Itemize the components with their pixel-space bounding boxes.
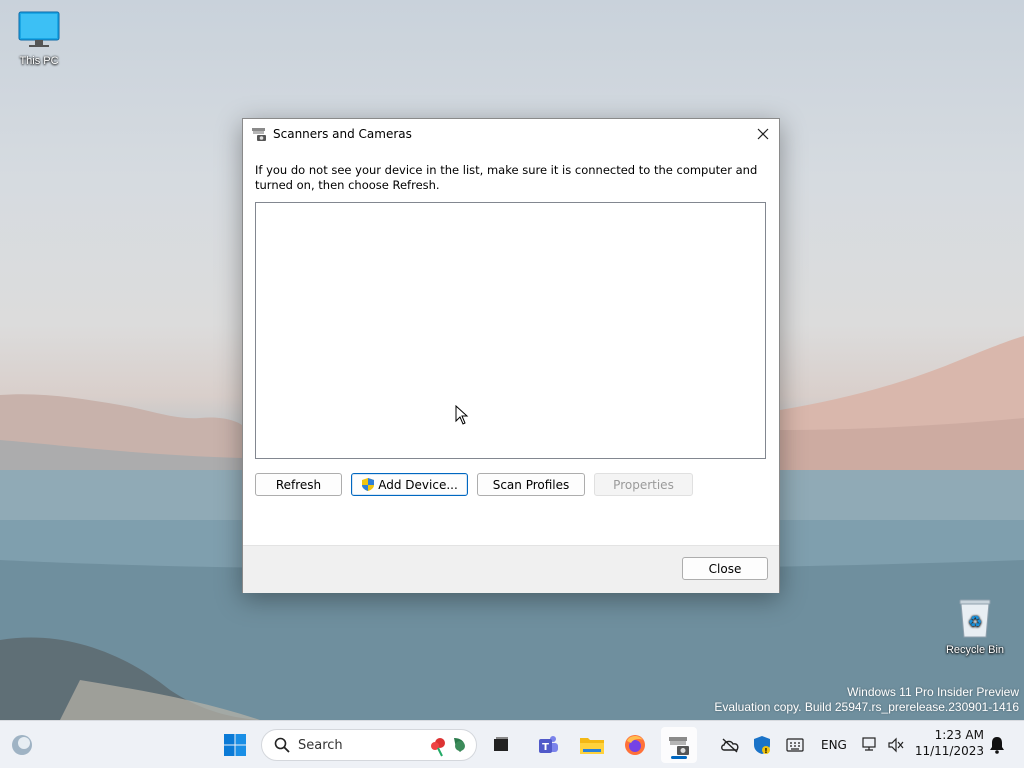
close-icon: [757, 128, 769, 140]
refresh-button[interactable]: Refresh: [255, 473, 342, 496]
recycle-bin-label: Recycle Bin: [945, 644, 1005, 656]
add-device-button[interactable]: Add Device...: [351, 473, 468, 496]
add-device-button-label: Add Device...: [378, 477, 458, 492]
folder-icon: [580, 738, 604, 754]
keyboard-icon: [786, 738, 804, 752]
search-highlight-icon: [431, 738, 465, 757]
scan-profiles-button-label: Scan Profiles: [492, 477, 570, 492]
refresh-button-label: Refresh: [275, 477, 322, 492]
watermark-edition: Windows 11 Pro Insider Preview: [847, 685, 1019, 699]
recycle-bin-desktop-icon[interactable]: ♻ Recycle Bin: [940, 597, 1010, 656]
teams-icon: T: [539, 736, 558, 753]
taskbar-search-box[interactable]: Search: [261, 729, 477, 761]
watermark-build: Evaluation copy. Build 25947.rs_prerelea…: [714, 700, 1019, 714]
bell-icon: [990, 737, 1004, 754]
windows-watermark: Windows 11 Pro Insider Preview Evaluatio…: [714, 685, 1019, 715]
instructions-text: If you do not see your device in the lis…: [255, 163, 758, 192]
teams-button[interactable]: T: [532, 729, 564, 761]
security-tray-button[interactable]: !: [746, 729, 778, 761]
speaker-muted-icon: [888, 737, 904, 753]
search-placeholder: Search: [298, 737, 343, 753]
firefox-button[interactable]: [619, 729, 651, 761]
properties-button[interactable]: Properties: [594, 473, 693, 496]
scanners-and-cameras-taskbar-button[interactable]: [661, 727, 697, 763]
dialog-title: Scanners and Cameras: [273, 127, 412, 141]
widgets-icon: [12, 735, 32, 755]
scanners-and-cameras-dialog: Scanners and Cameras If you do not see y…: [242, 118, 780, 593]
network-icon: [862, 737, 876, 751]
dialog-titlebar[interactable]: Scanners and Cameras: [243, 119, 779, 149]
taskbar: Search T ! ENG 1:23 AM 11/11/2023: [0, 720, 1024, 768]
firefox-icon: [625, 735, 645, 755]
close-button[interactable]: Close: [682, 557, 768, 580]
titlebar-close-button[interactable]: [747, 119, 779, 149]
clock[interactable]: 1:23 AM 11/11/2023: [914, 727, 984, 759]
touch-keyboard-button[interactable]: [779, 729, 811, 761]
recycle-bin-icon: ♻: [959, 599, 991, 638]
properties-button-label: Properties: [613, 477, 674, 492]
mouse-cursor-icon: [455, 405, 469, 425]
monitor-icon: [18, 11, 60, 47]
language-indicator[interactable]: ENG: [821, 738, 847, 752]
uac-shield-icon: [362, 478, 375, 491]
start-button[interactable]: [219, 729, 251, 761]
file-explorer-button[interactable]: [576, 729, 608, 761]
active-app-indicator: [671, 756, 687, 759]
scanner-camera-icon: [669, 737, 689, 755]
svg-text:!: !: [764, 747, 767, 755]
device-list[interactable]: [255, 202, 766, 459]
search-icon: [274, 737, 290, 753]
clock-time: 1:23 AM: [934, 728, 984, 742]
task-view-icon: [494, 737, 508, 751]
onedrive-tray-button[interactable]: [714, 729, 746, 761]
notifications-button[interactable]: [981, 729, 1013, 761]
shield-warning-icon: !: [754, 736, 770, 755]
volume-tray-button[interactable]: [880, 729, 912, 761]
close-button-label: Close: [708, 561, 742, 576]
scanner-camera-icon: [252, 128, 266, 141]
svg-text:♻: ♻: [968, 612, 982, 631]
this-pc-label: This PC: [19, 55, 59, 67]
weather-widget-button[interactable]: [6, 729, 38, 761]
scan-profiles-button[interactable]: Scan Profiles: [477, 473, 585, 496]
this-pc-desktop-icon[interactable]: This PC: [4, 10, 74, 67]
dialog-footer: Close: [243, 545, 779, 593]
task-view-button[interactable]: [485, 729, 517, 761]
windows-logo-icon: [224, 734, 246, 756]
svg-text:T: T: [542, 742, 549, 753]
clock-date: 11/11/2023: [914, 744, 984, 758]
cloud-offline-icon: [721, 738, 739, 753]
